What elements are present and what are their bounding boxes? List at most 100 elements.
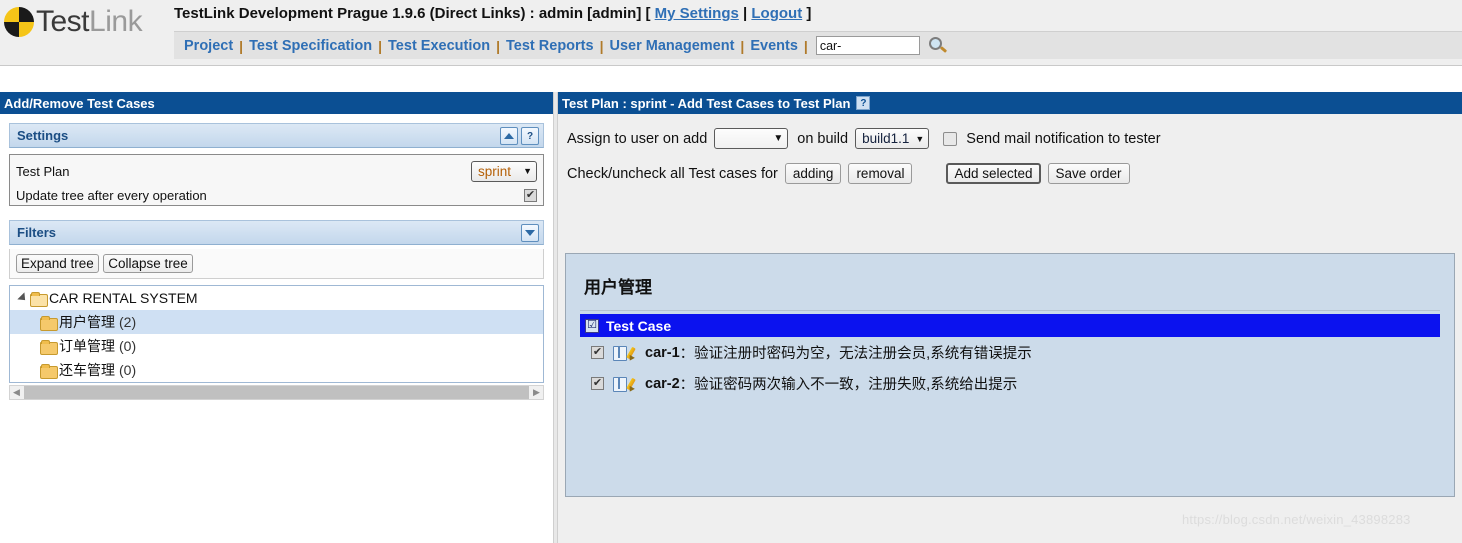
tree-node-label: 用户管理 bbox=[59, 314, 115, 330]
settings-help-button[interactable]: ? bbox=[521, 127, 539, 145]
divider bbox=[580, 310, 1440, 311]
save-order-button[interactable]: Save order bbox=[1047, 163, 1130, 184]
nav-item-project[interactable]: Project bbox=[180, 38, 237, 54]
expand-tree-button[interactable]: Expand tree bbox=[16, 254, 99, 273]
logo-text-part1: Test bbox=[36, 5, 90, 38]
collapse-tree-button[interactable]: Collapse tree bbox=[103, 254, 193, 273]
settings-heading: Settings bbox=[17, 128, 69, 143]
settings-section-header[interactable]: Settings ? bbox=[9, 123, 544, 148]
update-tree-row: Update tree after every operation ✔ bbox=[16, 183, 537, 207]
left-panel-title: Add/Remove Test Cases bbox=[4, 95, 155, 111]
test-case-title: 验证注册时密码为空，无法注册会员,系统有错误提示 bbox=[694, 346, 1032, 362]
test-case-row[interactable]: ✔ car-2 ： 验证密码两次输入不一致，注册失败,系统给出提示 bbox=[580, 368, 1440, 399]
folder-icon bbox=[40, 363, 58, 379]
settings-section: Settings ? bbox=[9, 123, 544, 148]
filters-section-header[interactable]: Filters bbox=[9, 220, 544, 245]
nav-item-test-execution[interactable]: Test Execution bbox=[384, 38, 494, 54]
document-icon[interactable] bbox=[613, 345, 627, 361]
right-panel-title: Test Plan : sprint - Add Test Cases to T… bbox=[562, 95, 851, 111]
scroll-left-icon[interactable]: ◀ bbox=[10, 387, 23, 398]
test-plan-row: Test Plan sprint ▼ bbox=[16, 159, 537, 183]
test-case-checkbox[interactable]: ✔ bbox=[591, 377, 604, 390]
test-case-group-title: 用户管理 bbox=[584, 278, 652, 297]
tree-node-root[interactable]: CAR RENTAL SYSTEM bbox=[10, 286, 543, 310]
right-panel-help-button[interactable]: ? bbox=[856, 96, 871, 110]
tree-node-label: 订单管理 bbox=[59, 338, 115, 354]
nav-separator: | bbox=[599, 37, 604, 54]
scroll-right-icon[interactable]: ▶ bbox=[530, 387, 543, 398]
nav-separator: | bbox=[496, 37, 501, 54]
search-icon-handle bbox=[939, 45, 947, 53]
nav-separator: | bbox=[803, 37, 808, 54]
test-case-list-header: ☑ Test Case bbox=[580, 314, 1440, 337]
search-button[interactable] bbox=[928, 36, 948, 56]
folder-open-icon bbox=[30, 291, 48, 307]
removal-button[interactable]: removal bbox=[848, 163, 913, 184]
chevron-down-icon bbox=[525, 230, 535, 236]
header-title-text: TestLink Development Prague 1.9.6 (Direc… bbox=[174, 5, 651, 22]
pencil-icon[interactable] bbox=[627, 376, 642, 391]
chevron-down-icon: ▼ bbox=[773, 133, 784, 144]
main-navigation: Project | Test Specification | Test Exec… bbox=[174, 31, 1462, 59]
right-panel-title-bar: Test Plan : sprint - Add Test Cases to T… bbox=[558, 92, 1462, 114]
nav-separator: | bbox=[378, 37, 383, 54]
nav-item-events[interactable]: Events bbox=[746, 38, 802, 54]
nav-item-user-management[interactable]: User Management bbox=[606, 38, 739, 54]
settings-header-buttons: ? bbox=[500, 127, 539, 145]
search-input[interactable] bbox=[815, 36, 920, 55]
settings-body: Test Plan sprint ▼ Update tree after eve… bbox=[9, 154, 544, 206]
test-cases-panel: 用户管理 ☑ Test Case ✔ car-1 ： 验证注册时密码为空，无法注… bbox=[565, 253, 1455, 497]
assign-row: Assign to user on add ▼ on build build1.… bbox=[567, 128, 1462, 149]
test-case-id: car-2 bbox=[645, 375, 680, 392]
tree-node-user-management[interactable]: 用户管理 (2) bbox=[10, 310, 543, 334]
tree-node-label: 还车管理 bbox=[59, 362, 115, 378]
test-plan-select[interactable]: sprint ▼ bbox=[471, 160, 537, 182]
add-selected-button[interactable]: Add selected bbox=[946, 163, 1041, 184]
logout-link[interactable]: Logout bbox=[751, 5, 802, 22]
filters-header-buttons bbox=[521, 224, 539, 242]
chevron-up-icon bbox=[504, 133, 514, 139]
test-plan-label: Test Plan bbox=[16, 163, 70, 179]
nav-item-test-specification[interactable]: Test Specification bbox=[245, 38, 376, 54]
filters-body: Expand tree Collapse tree bbox=[9, 249, 544, 279]
pencil-icon[interactable] bbox=[627, 345, 642, 360]
update-tree-checkbox[interactable]: ✔ bbox=[524, 188, 537, 202]
tree-node-label: CAR RENTAL SYSTEM bbox=[49, 290, 198, 306]
test-case-row[interactable]: ✔ car-1 ： 验证注册时密码为空，无法注册会员,系统有错误提示 bbox=[580, 337, 1440, 368]
folder-icon bbox=[40, 339, 58, 355]
test-plan-select-value: sprint bbox=[478, 163, 512, 179]
select-all-checkbox[interactable]: ☑ bbox=[585, 318, 599, 333]
send-mail-checkbox[interactable] bbox=[943, 131, 958, 146]
collapse-settings-button[interactable] bbox=[500, 127, 518, 145]
right-panel: Test Plan : sprint - Add Test Cases to T… bbox=[558, 92, 1462, 543]
right-panel-controls: Assign to user on add ▼ on build build1.… bbox=[558, 114, 1462, 184]
tree-node-order-management[interactable]: 订单管理 (0) bbox=[10, 334, 543, 358]
expand-filters-button[interactable] bbox=[521, 224, 539, 242]
chevron-down-icon: ▼ bbox=[915, 133, 925, 144]
filters-heading: Filters bbox=[17, 225, 57, 240]
filters-section: Filters bbox=[9, 220, 544, 245]
document-icon[interactable] bbox=[613, 376, 627, 392]
header-title: TestLink Development Prague 1.9.6 (Direc… bbox=[174, 5, 811, 22]
assign-user-select[interactable]: ▼ bbox=[714, 128, 789, 149]
on-build-label: on build bbox=[797, 130, 849, 147]
test-case-checkbox[interactable]: ✔ bbox=[591, 346, 604, 359]
tree-node-count: (0) bbox=[119, 362, 137, 378]
adding-button[interactable]: adding bbox=[784, 163, 842, 184]
test-case-id: car-1 bbox=[645, 344, 680, 361]
nav-separator: | bbox=[740, 37, 745, 54]
logo-text-part2: Link bbox=[89, 5, 143, 38]
tree-horizontal-scrollbar[interactable]: ◀ ▶ bbox=[9, 385, 544, 400]
check-uncheck-row: Check/uncheck all Test cases for adding … bbox=[567, 163, 1462, 184]
send-mail-label: Send mail notification to tester bbox=[966, 130, 1161, 147]
tree-node-return-car-management[interactable]: 还车管理 (0) bbox=[10, 358, 543, 382]
app-root: TestLink TestLink Development Prague 1.9… bbox=[0, 0, 1462, 543]
test-case-column-header: Test Case bbox=[606, 317, 672, 334]
test-case-title: 验证密码两次输入不一致，注册失败,系统给出提示 bbox=[694, 377, 1018, 393]
tree-toggle-icon[interactable] bbox=[16, 292, 30, 304]
nav-item-test-reports[interactable]: Test Reports bbox=[502, 38, 598, 54]
scrollbar-thumb[interactable] bbox=[24, 386, 529, 399]
build-select[interactable]: build1.1 ▼ bbox=[855, 128, 930, 149]
my-settings-link[interactable]: My Settings bbox=[655, 5, 739, 22]
left-panel: Add/Remove Test Cases Settings ? Test Pl… bbox=[0, 92, 553, 543]
